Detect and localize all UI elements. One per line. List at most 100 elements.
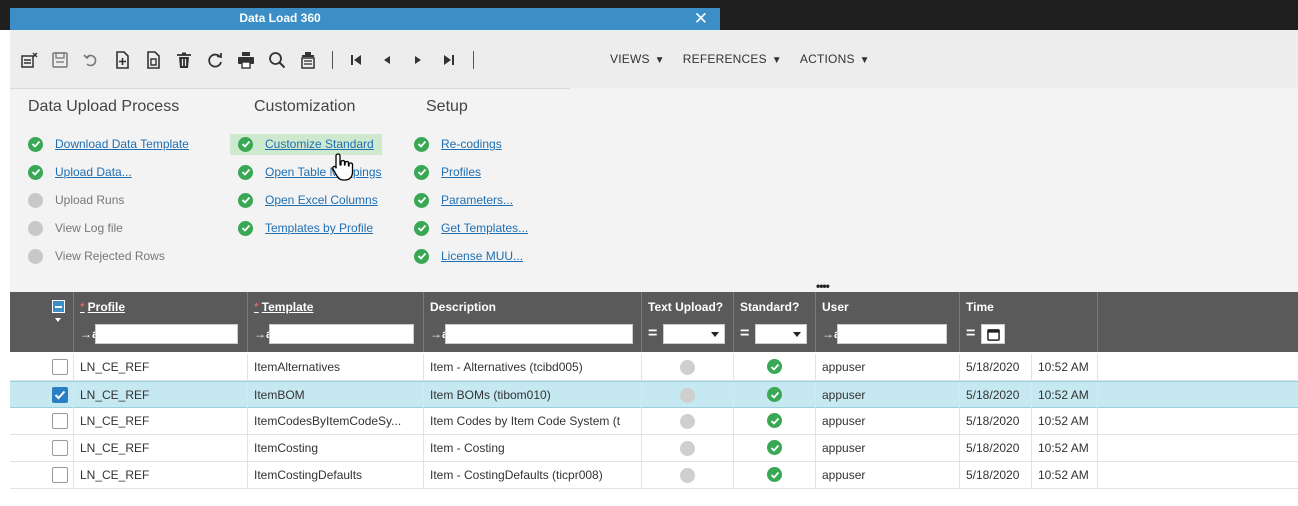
chevron-down-icon: ▼ [654, 55, 665, 66]
chevron-down-icon: ▼ [859, 55, 870, 66]
first-record-icon[interactable] [343, 48, 369, 72]
refresh-icon[interactable] [202, 48, 228, 72]
unchecked-status-icon [680, 468, 695, 483]
filter-input[interactable] [95, 324, 238, 344]
process-link[interactable]: Customize Standard [265, 137, 374, 151]
filter-operator[interactable]: →a [254, 327, 273, 341]
process-item-get-templates[interactable]: Get Templates... [414, 214, 528, 242]
views-menu[interactable]: VIEWS ▼ [610, 52, 665, 66]
process-item-parameters[interactable]: Parameters... [414, 186, 528, 214]
check-icon [28, 136, 43, 152]
cell-profile: LN_CE_REF [74, 408, 248, 434]
check-icon [767, 440, 782, 455]
filter-operator[interactable]: = [966, 325, 980, 343]
window-tab[interactable]: Data Load 360 ✕ [10, 8, 720, 30]
cell-text-upload [642, 462, 734, 488]
column-header-user[interactable]: User →a [816, 292, 960, 352]
process-item-upload-data[interactable]: Upload Data... [28, 158, 189, 186]
header-text: Description [430, 300, 497, 314]
window-titlebar: Data Load 360 ✕ [0, 0, 1298, 30]
close-icon[interactable]: ✕ [694, 8, 708, 30]
column-header-time[interactable]: Time = [960, 292, 1098, 352]
references-menu[interactable]: REFERENCES ▼ [683, 52, 782, 66]
process-label: View Log file [55, 221, 123, 235]
filter-operator[interactable]: = [740, 325, 754, 343]
filter-input[interactable] [445, 324, 633, 344]
process-link[interactable]: Templates by Profile [265, 221, 373, 235]
filter-operator[interactable]: = [648, 325, 662, 343]
process-item-open-excel-columns[interactable]: Open Excel Columns [238, 186, 382, 214]
cell-template: ItemCosting [248, 435, 424, 461]
table-row[interactable]: LN_CE_REF ItemBOM Item BOMs (tibom010) a… [10, 381, 1298, 408]
cell-profile: LN_CE_REF [74, 382, 248, 408]
process-link[interactable]: Upload Data... [55, 165, 132, 179]
table-row[interactable]: LN_CE_REF ItemCostingDefaults Item - Cos… [10, 462, 1298, 489]
calendar-icon[interactable] [981, 324, 1005, 344]
column-header-profile[interactable]: * Profile →a [74, 292, 248, 352]
process-item-download-data-template[interactable]: Download Data Template [28, 130, 189, 158]
process-item-customize-standard[interactable]: Customize Standard [230, 130, 382, 158]
filter-input[interactable] [837, 324, 947, 344]
process-link[interactable]: Download Data Template [55, 137, 189, 151]
table-row[interactable]: LN_CE_REF ItemAlternatives Item - Altern… [10, 354, 1298, 381]
last-record-icon[interactable] [436, 48, 462, 72]
select-all-checkbox[interactable] [52, 300, 65, 313]
header-text: User [822, 300, 849, 314]
row-checkbox[interactable] [52, 387, 68, 403]
undo-icon[interactable] [78, 48, 104, 72]
cell-text-upload [642, 382, 734, 408]
splitter-handle[interactable]: •••• [816, 279, 830, 293]
new-record-icon[interactable] [16, 48, 42, 72]
panel-divider [10, 88, 570, 89]
row-checkbox[interactable] [52, 467, 68, 483]
duplicate-icon[interactable] [140, 48, 166, 72]
process-link[interactable]: Open Table Mappings [265, 165, 382, 179]
column-header-text-upload[interactable]: Text Upload? = [642, 292, 734, 352]
unchecked-status-icon [680, 388, 695, 403]
actions-menu[interactable]: ACTIONS ▼ [800, 52, 870, 66]
header-text: Time [966, 300, 994, 314]
cell-date: 5/18/2020 [960, 354, 1032, 380]
filter-select[interactable] [663, 324, 725, 344]
process-item-license-muu[interactable]: License MUU... [414, 242, 528, 270]
row-checkbox[interactable] [52, 413, 68, 429]
column-header-standard[interactable]: Standard? = [734, 292, 816, 352]
process-item-open-table-mappings[interactable]: Open Table Mappings [238, 158, 382, 186]
filter-icon[interactable] [295, 48, 321, 72]
cell-date: 5/18/2020 [960, 382, 1032, 408]
process-item-templates-by-profile[interactable]: Templates by Profile [238, 214, 382, 242]
filter-select[interactable] [755, 324, 807, 344]
disabled-status-icon [28, 220, 43, 236]
column-header-template[interactable]: * Template →a [248, 292, 424, 352]
references-menu-label: REFERENCES [682, 52, 767, 66]
save-icon[interactable] [47, 48, 73, 72]
process-item-profiles[interactable]: Profiles [414, 158, 528, 186]
filter-operator[interactable]: →a [822, 327, 841, 341]
row-checkbox[interactable] [52, 359, 68, 375]
previous-record-icon[interactable] [374, 48, 400, 72]
table-row[interactable]: LN_CE_REF ItemCosting Item - Costing app… [10, 435, 1298, 462]
process-link[interactable]: License MUU... [441, 249, 523, 263]
disabled-status-icon [28, 192, 43, 208]
row-checkbox[interactable] [52, 440, 68, 456]
column-title: Setup [426, 98, 468, 115]
process-link[interactable]: Parameters... [441, 193, 513, 207]
print-icon[interactable] [233, 48, 259, 72]
delete-icon[interactable] [171, 48, 197, 72]
table-row[interactable]: LN_CE_REF ItemCodesByItemCodeSy... Item … [10, 408, 1298, 435]
new-icon[interactable] [109, 48, 135, 72]
next-record-icon[interactable] [405, 48, 431, 72]
process-item-re-codings[interactable]: Re-codings [414, 130, 528, 158]
filter-operator[interactable]: →a [80, 327, 99, 341]
process-link[interactable]: Re-codings [441, 137, 502, 151]
column-header-description[interactable]: Description →a [424, 292, 642, 352]
filter-input[interactable] [269, 324, 414, 344]
views-menu-label: VIEWS [610, 52, 650, 66]
filter-operator[interactable]: →a [430, 327, 449, 341]
chevron-down-icon[interactable] [55, 318, 61, 322]
process-link[interactable]: Get Templates... [441, 221, 528, 235]
process-link[interactable]: Open Excel Columns [265, 193, 378, 207]
find-icon[interactable] [264, 48, 290, 72]
process-item-view-log-file: View Log file [28, 214, 189, 242]
process-link[interactable]: Profiles [441, 165, 481, 179]
